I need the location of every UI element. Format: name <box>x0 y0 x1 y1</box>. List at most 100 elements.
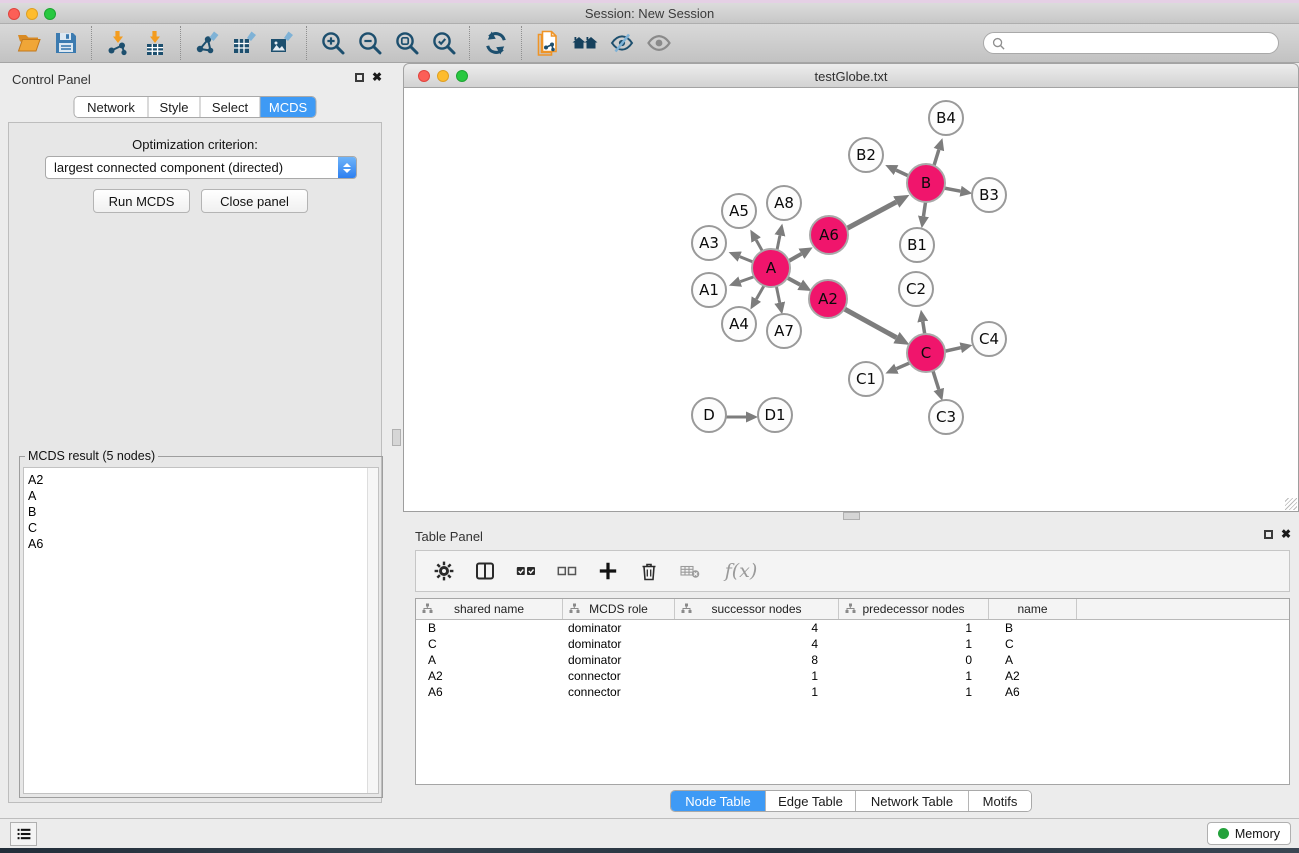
graph-node-C1[interactable]: C1 <box>848 361 884 397</box>
vertical-split-grip[interactable] <box>392 429 401 446</box>
mcds-result-list[interactable]: A2ABCA6 <box>23 467 379 794</box>
graph-node-D1[interactable]: D1 <box>757 397 793 433</box>
table-cell[interactable]: A <box>989 653 1077 667</box>
tab-motifs[interactable]: Motifs <box>969 791 1031 811</box>
network-canvas[interactable]: B4B2BB3A8A5A6A3B1AC2A1A2A4A7C4CC1DD1C3 <box>403 88 1299 512</box>
tab-select[interactable]: Select <box>201 97 261 117</box>
table-cell[interactable]: 1 <box>675 685 839 699</box>
zoom-selected-button[interactable] <box>425 26 462 60</box>
table-cell[interactable]: 0 <box>839 653 989 667</box>
mcds-result-item[interactable]: A2 <box>28 472 364 488</box>
run-mcds-button[interactable]: Run MCDS <box>93 189 190 213</box>
table-cell[interactable]: A <box>416 653 563 667</box>
table-cell[interactable]: 1 <box>839 637 989 651</box>
column-header-name[interactable]: name <box>989 599 1077 619</box>
graph-node-A5[interactable]: A5 <box>721 193 757 229</box>
graph-node-A3[interactable]: A3 <box>691 225 727 261</box>
table-row[interactable]: Cdominator41C <box>416 636 1289 652</box>
horizontal-split-grip[interactable] <box>843 512 860 520</box>
table-cell[interactable]: connector <box>563 685 675 699</box>
delete-column-button[interactable] <box>678 559 702 583</box>
search-field[interactable] <box>983 32 1279 54</box>
graph-node-A6[interactable]: A6 <box>809 215 849 255</box>
table-row[interactable]: A2connector11A2 <box>416 668 1289 684</box>
criterion-select[interactable]: largest connected component (directed) <box>45 156 357 179</box>
graph-node-B[interactable]: B <box>906 163 946 203</box>
show-all-button[interactable] <box>640 26 677 60</box>
close-table-panel-icon[interactable]: ✖ <box>1281 529 1291 540</box>
graph-node-B3[interactable]: B3 <box>971 177 1007 213</box>
table-cell[interactable]: C <box>989 637 1077 651</box>
table-cell[interactable]: 4 <box>675 621 839 635</box>
open-file-button[interactable] <box>10 26 47 60</box>
graph-node-C4[interactable]: C4 <box>971 321 1007 357</box>
table-cell[interactable]: 1 <box>839 669 989 683</box>
float-panel-icon[interactable] <box>355 73 364 82</box>
table-cell[interactable]: 1 <box>839 685 989 699</box>
refresh-button[interactable] <box>477 26 514 60</box>
table-cell[interactable]: connector <box>563 669 675 683</box>
zoom-out-button[interactable] <box>351 26 388 60</box>
float-table-panel-icon[interactable] <box>1264 530 1273 539</box>
table-cell[interactable]: B <box>989 621 1077 635</box>
save-session-button[interactable] <box>47 26 84 60</box>
close-panel-button[interactable]: Close panel <box>201 189 308 213</box>
graph-node-A[interactable]: A <box>751 248 791 288</box>
table-cell[interactable]: 8 <box>675 653 839 667</box>
graph-node-A4[interactable]: A4 <box>721 306 757 342</box>
mcds-result-item[interactable]: B <box>28 504 364 520</box>
memory-button[interactable]: Memory <box>1207 822 1291 845</box>
table-cell[interactable]: A2 <box>416 669 563 683</box>
table-row[interactable]: Adominator80A <box>416 652 1289 668</box>
mcds-result-item[interactable]: C <box>28 520 364 536</box>
table-cell[interactable]: A2 <box>989 669 1077 683</box>
zoom-in-button[interactable] <box>314 26 351 60</box>
table-cell[interactable]: B <box>416 621 563 635</box>
table-cell[interactable]: dominator <box>563 637 675 651</box>
graph-node-A2[interactable]: A2 <box>808 279 848 319</box>
graph-node-B2[interactable]: B2 <box>848 137 884 173</box>
export-table-button[interactable] <box>225 26 262 60</box>
search-input[interactable] <box>1010 36 1270 50</box>
tab-edge-table[interactable]: Edge Table <box>766 791 856 811</box>
zoom-fit-button[interactable] <box>388 26 425 60</box>
table-cell[interactable]: 4 <box>675 637 839 651</box>
hide-selected-button[interactable] <box>603 26 640 60</box>
table-cell[interactable]: 1 <box>675 669 839 683</box>
graph-node-A1[interactable]: A1 <box>691 272 727 308</box>
column-header-mcds-role[interactable]: MCDS role <box>563 599 675 619</box>
graph-node-C2[interactable]: C2 <box>898 271 934 307</box>
export-network-button[interactable] <box>188 26 225 60</box>
tab-style[interactable]: Style <box>149 97 201 117</box>
window-resize-grip[interactable] <box>1285 498 1297 510</box>
graph-node-A7[interactable]: A7 <box>766 313 802 349</box>
table-cell[interactable]: dominator <box>563 621 675 635</box>
mcds-result-item[interactable]: A <box>28 488 364 504</box>
delete-row-button[interactable] <box>637 559 661 583</box>
table-cell[interactable]: dominator <box>563 653 675 667</box>
result-scrollbar[interactable] <box>367 468 378 793</box>
tab-node-table[interactable]: Node Table <box>671 791 766 811</box>
task-history-button[interactable] <box>10 822 37 846</box>
graph-node-A8[interactable]: A8 <box>766 185 802 221</box>
table-row[interactable]: Bdominator41B <box>416 620 1289 636</box>
table-cell[interactable]: 1 <box>839 621 989 635</box>
close-panel-icon[interactable]: ✖ <box>372 72 382 83</box>
show-columns-button[interactable] <box>473 559 497 583</box>
mcds-result-item[interactable]: A6 <box>28 536 364 552</box>
graph-node-B4[interactable]: B4 <box>928 100 964 136</box>
export-image-button[interactable] <box>262 26 299 60</box>
import-table-button[interactable] <box>136 26 173 60</box>
tab-mcds[interactable]: MCDS <box>261 97 316 117</box>
graph-node-C3[interactable]: C3 <box>928 399 964 435</box>
table-cell[interactable]: C <box>416 637 563 651</box>
import-network-button[interactable] <box>99 26 136 60</box>
column-header-shared-name[interactable]: shared name <box>416 599 563 619</box>
table-cell[interactable]: A6 <box>989 685 1077 699</box>
graph-node-D[interactable]: D <box>691 397 727 433</box>
add-row-button[interactable] <box>596 559 620 583</box>
graph-node-C[interactable]: C <box>906 333 946 373</box>
column-header-predecessor-nodes[interactable]: predecessor nodes <box>839 599 989 619</box>
new-network-from-file-button[interactable] <box>529 26 566 60</box>
table-cell[interactable]: A6 <box>416 685 563 699</box>
